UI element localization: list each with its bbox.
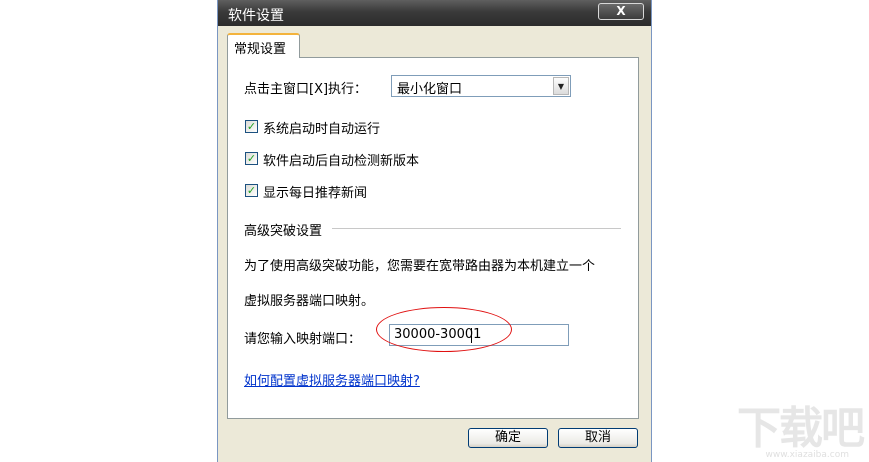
settings-dialog: 软件设置 X 常规设置 点击主窗口[X]执行： 最小化窗口 ▼ ✓ 系统启动时自… (217, 0, 652, 462)
chevron-down-icon[interactable]: ▼ (553, 77, 569, 95)
advanced-section-title: 高级突破设置 (244, 224, 323, 239)
ok-button[interactable]: 确定 (468, 428, 548, 448)
advanced-description-line2: 虚拟服务器端口映射。 (244, 294, 375, 309)
close-action-label: 点击主窗口[X]执行： (244, 82, 368, 97)
port-mapping-help-link[interactable]: 如何配置虚拟服务器端口映射? (244, 370, 420, 389)
tab-general[interactable]: 常规设置 (227, 33, 300, 58)
autostart-checkbox[interactable]: ✓ (245, 120, 258, 133)
daily-news-label: 显示每日推荐新闻 (263, 186, 368, 201)
port-label: 请您输入映射端口： (244, 332, 362, 347)
autostart-label: 系统启动时自动运行 (263, 122, 381, 137)
tab-general-label: 常规设置 (234, 42, 287, 57)
cancel-button[interactable]: 取消 (558, 428, 638, 448)
daily-news-checkbox[interactable]: ✓ (245, 184, 258, 197)
close-icon: X (616, 4, 626, 18)
highlight-ellipse (376, 307, 512, 352)
auto-update-label: 软件启动后自动检测新版本 (263, 154, 420, 169)
title-bar[interactable]: 软件设置 X (218, 0, 651, 26)
window-title: 软件设置 (228, 8, 284, 24)
advanced-description-line1: 为了使用高级突破功能，您需要在宽带路由器为本机建立一个 (244, 259, 596, 274)
general-panel: 点击主窗口[X]执行： 最小化窗口 ▼ ✓ 系统启动时自动运行 ✓ 软件启动后自… (227, 57, 639, 419)
watermark-url: www.xiazaiba.com (765, 450, 849, 460)
close-button[interactable]: X (598, 3, 644, 20)
close-action-select[interactable]: 最小化窗口 ▼ (391, 75, 571, 97)
auto-update-checkbox[interactable]: ✓ (245, 152, 258, 165)
close-action-value: 最小化窗口 (397, 82, 463, 97)
section-divider (332, 228, 621, 229)
watermark-logo: 下载吧 (737, 403, 865, 454)
